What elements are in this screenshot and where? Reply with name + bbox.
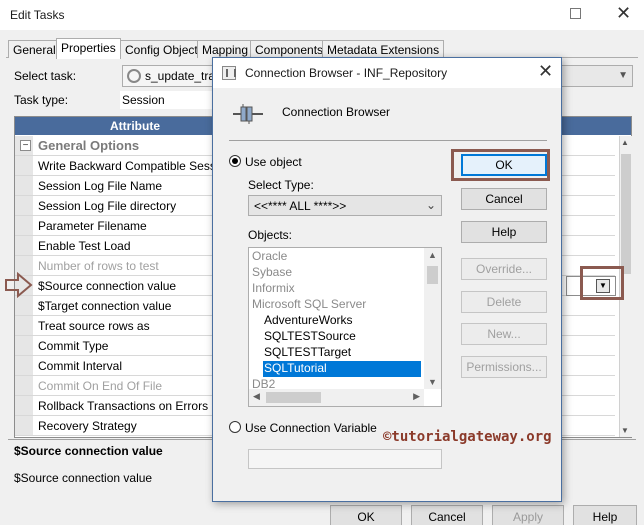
chevron-down-icon: ⌄ [425, 198, 436, 212]
cancel-button[interactable]: Cancel [411, 505, 483, 525]
object-list-item[interactable]: SQLTutorial [263, 361, 421, 377]
attribute-name: Write Backward Compatible Session [38, 159, 232, 173]
chevron-down-icon: ▼ [618, 70, 628, 81]
apply-button[interactable]: Apply [492, 505, 564, 525]
select-task-combo[interactable]: s_update_tran [122, 65, 218, 87]
dialog-help-button[interactable]: Help [461, 221, 547, 243]
attribute-name: Session Log File directory [38, 199, 177, 213]
session-gear-icon [127, 69, 141, 83]
tab-components[interactable]: Components [250, 40, 329, 58]
window-titlebar: Edit Tasks ✕ [0, 0, 644, 30]
scroll-down-icon[interactable]: ▼ [621, 426, 629, 435]
scroll-thumb[interactable] [427, 266, 438, 284]
use-object-label: Use object [245, 155, 302, 169]
tab-properties[interactable]: Properties [56, 38, 121, 59]
select-type-label: Select Type: [248, 178, 314, 192]
pointer-arrow-icon [5, 272, 33, 298]
dialog-header: Connection Browser [213, 88, 561, 140]
connection-app-icon [222, 66, 236, 80]
watermark: ©tutorialgateway.org [383, 429, 552, 445]
select-task-value: s_update_tran [145, 69, 217, 83]
attribute-name: Treat source rows as [38, 319, 150, 333]
group-label: General Options [38, 138, 140, 153]
scroll-down-icon[interactable]: ▼ [428, 377, 437, 387]
permissions-button[interactable]: Permissions... [461, 356, 547, 378]
scroll-up-icon[interactable]: ▲ [621, 138, 629, 147]
delete-button[interactable]: Delete [461, 291, 547, 313]
attribute-name: Number of rows to test [38, 259, 159, 273]
attribute-name: Recovery Strategy [38, 419, 137, 433]
attribute-name: Commit On End Of File [38, 379, 163, 393]
object-list-item[interactable]: AdventureWorks [263, 313, 352, 329]
select-type-value: <<**** ALL ****>> [254, 199, 347, 213]
dialog-titlebar: Connection Browser - INF_Repository ✕ [213, 58, 561, 88]
objects-vscroll[interactable]: ▲ ▼ [424, 248, 441, 389]
scroll-thumb[interactable] [266, 392, 321, 403]
dialog-heading: Connection Browser [282, 105, 391, 119]
scroll-thumb[interactable] [621, 154, 631, 274]
attribute-name: Enable Test Load [38, 239, 131, 253]
maximize-icon[interactable] [570, 8, 581, 19]
new-button[interactable]: New... [461, 323, 547, 345]
header-divider [229, 140, 547, 141]
attribute-name: Commit Type [38, 339, 109, 353]
tab-metadata-extensions[interactable]: Metadata Extensions [322, 40, 445, 58]
use-object-radio[interactable] [229, 155, 241, 167]
attribute-name: Rollback Transactions on Errors [38, 399, 209, 413]
window-title: Edit Tasks [10, 8, 65, 22]
attribute-name: Parameter Filename [38, 219, 147, 233]
task-type-value: Session [120, 91, 220, 109]
close-icon[interactable]: ✕ [616, 3, 631, 23]
select-type-dropdown[interactable]: <<**** ALL ****>> ⌄ [248, 195, 442, 216]
connection-plug-icon [233, 104, 263, 124]
description-title: $Source connection value [14, 444, 163, 458]
tab-general[interactable]: General [8, 40, 61, 58]
close-icon[interactable]: ✕ [538, 61, 553, 81]
objects-listbox[interactable]: DB2 SQLTutorial SQLTESTTarget SQLTESTSource… [248, 247, 442, 407]
ok-button[interactable]: OK [330, 505, 402, 525]
tab-mapping[interactable]: Mapping [197, 40, 254, 58]
objects-label: Objects: [248, 228, 293, 242]
object-list-item[interactable]: Microsoft SQL Server [251, 297, 366, 313]
dialog-ok-button[interactable]: OK [461, 154, 547, 176]
attribute-name: $Source connection value [38, 279, 177, 293]
dialog-title: Connection Browser - INF_Repository [245, 66, 448, 80]
connection-variable-input[interactable] [248, 449, 442, 469]
highlight-box-browse [580, 266, 624, 300]
dialog-cancel-button[interactable]: Cancel [461, 188, 547, 210]
task-type-label: Task type: [14, 93, 69, 107]
collapse-icon[interactable]: − [20, 140, 31, 151]
select-task-combo-dropdown[interactable]: ▼ [555, 65, 633, 87]
objects-hscroll[interactable]: ◀ ▶ [249, 389, 424, 406]
object-list-item[interactable]: Oracle [251, 249, 287, 265]
object-list-item[interactable]: SQLTESTSource [263, 329, 356, 345]
help-button[interactable]: Help [573, 505, 637, 525]
tab-config-object[interactable]: Config Object [120, 40, 203, 58]
use-connection-variable-radio[interactable] [229, 421, 241, 433]
object-list-item[interactable]: Informix [251, 281, 295, 297]
select-task-label: Select task: [14, 69, 77, 83]
attribute-name: $Target connection value [38, 299, 172, 313]
scroll-left-icon[interactable]: ◀ [253, 391, 260, 402]
connection-browser-dialog: Connection Browser - INF_Repository ✕ Co… [212, 57, 562, 502]
attribute-name: Session Log File Name [38, 179, 163, 193]
override-button[interactable]: Override... [461, 258, 547, 280]
scroll-up-icon[interactable]: ▲ [428, 250, 437, 260]
object-list-item[interactable]: Sybase [251, 265, 292, 281]
attribute-name: Commit Interval [38, 359, 123, 373]
description-text: $Source connection value [14, 471, 153, 485]
use-connection-variable-label: Use Connection Variable [245, 421, 377, 435]
scroll-right-icon[interactable]: ▶ [413, 391, 420, 402]
object-list-item[interactable]: SQLTESTTarget [263, 345, 351, 361]
